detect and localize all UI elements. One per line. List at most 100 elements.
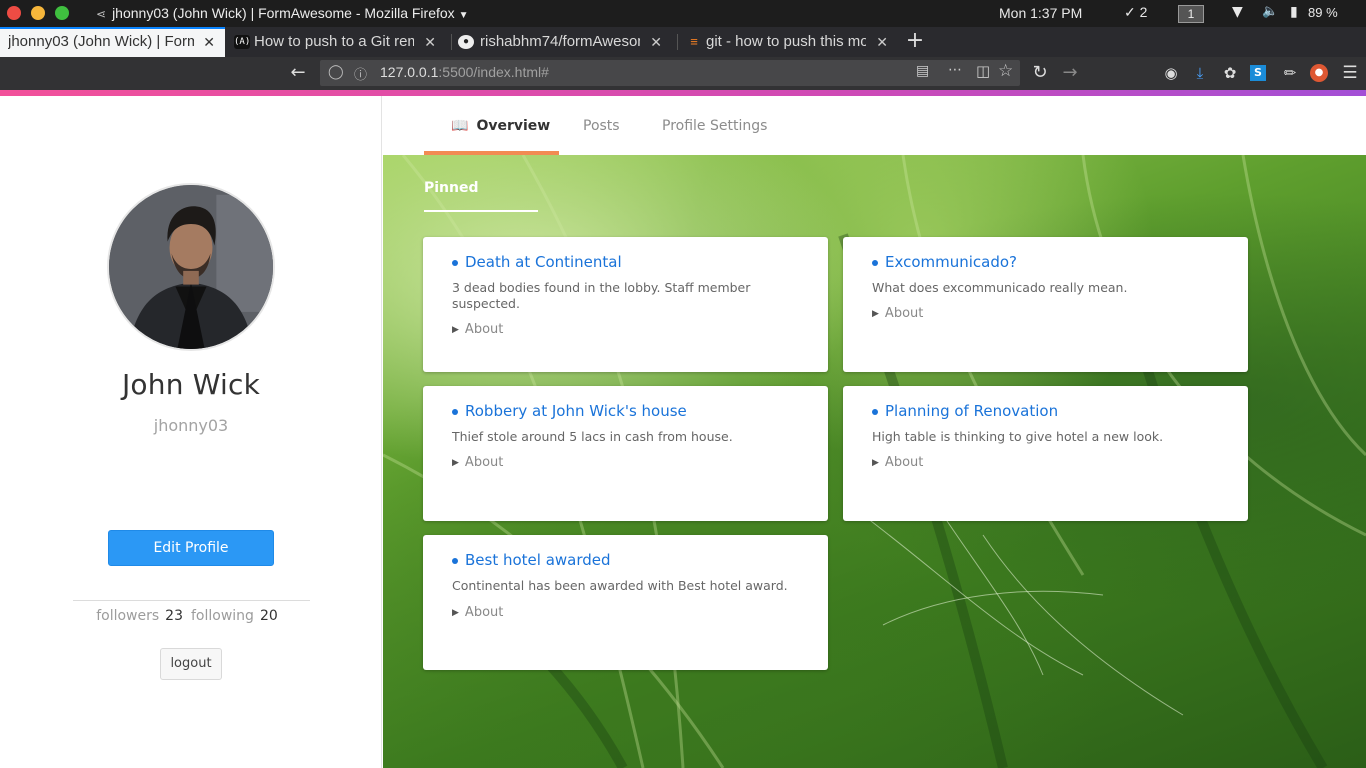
card-description: What does excommunicado really mean. xyxy=(872,280,1128,295)
window-maximize-button[interactable] xyxy=(55,6,69,20)
browser-tab-git-remote[interactable]: (A) How to push to a Git remote ✕ xyxy=(230,27,446,57)
tab-profile-settings[interactable]: Profile Settings xyxy=(662,118,767,134)
following-count[interactable]: 20 xyxy=(260,608,278,624)
extension-icon[interactable]: ✿ xyxy=(1220,63,1240,83)
info-icon[interactable]: ⓘ xyxy=(354,64,367,83)
followers-label[interactable]: followers xyxy=(96,608,159,624)
reload-icon[interactable]: ↻ xyxy=(1028,61,1052,85)
tab-overview[interactable]: 📖 Overview xyxy=(451,118,550,134)
logout-button[interactable]: logout xyxy=(160,648,222,680)
tab-separator xyxy=(451,34,452,50)
vscode-icon: ⋖ xyxy=(96,7,107,21)
workspace-indicator[interactable]: 1 xyxy=(1178,5,1204,23)
followers-count[interactable]: 23 xyxy=(165,608,183,624)
avatar xyxy=(107,183,275,351)
card-title-link[interactable]: Planning of Renovation xyxy=(885,402,1058,420)
account-icon[interactable]: ◉ xyxy=(1161,63,1181,83)
card-description: Continental has been awarded with Best h… xyxy=(452,578,788,593)
tab-label: How to push to a Git remote xyxy=(254,33,414,50)
triangle-right-icon: ▶ xyxy=(452,608,459,618)
url-host: 127.0.0.1 xyxy=(380,64,439,80)
tasks-indicator[interactable]: ✓ 2 xyxy=(1124,4,1147,21)
card-description: High table is thinking to give hotel a n… xyxy=(872,429,1164,444)
close-icon[interactable]: ✕ xyxy=(650,27,662,57)
wifi-icon[interactable]: ▼ xyxy=(1232,4,1243,20)
forward-arrow-icon[interactable]: → xyxy=(1058,61,1082,85)
bullet-icon xyxy=(452,558,458,564)
profile-username: jhonny03 xyxy=(153,416,229,435)
check-icon: ✓ xyxy=(1124,4,1136,20)
reader-view-icon[interactable]: ▤ xyxy=(916,63,929,79)
pinned-heading: Pinned xyxy=(424,180,479,196)
browser-tab-formawesome[interactable]: jhonny03 (John Wick) | FormAwesome ✕ xyxy=(0,27,225,57)
triangle-right-icon: ▶ xyxy=(872,309,879,319)
card-description: Thief stole around 5 lacs in cash from h… xyxy=(452,429,733,444)
card-about-toggle[interactable]: ▶ About xyxy=(452,322,503,337)
more-actions-icon[interactable]: ⋯ xyxy=(948,62,962,78)
card-about-label: About xyxy=(464,322,504,337)
window-close-button[interactable] xyxy=(7,6,21,20)
card-about-toggle[interactable]: ▶ About xyxy=(452,605,503,620)
pinned-underline xyxy=(424,210,538,212)
bookmark-star-icon[interactable]: ☆ xyxy=(998,61,1013,81)
github-icon: ● xyxy=(458,35,474,49)
card-title-link[interactable]: Death at Continental xyxy=(465,253,622,271)
profile-sidebar: John Wick jhonny03 Edit Profile follower… xyxy=(0,96,382,768)
following-label[interactable]: following xyxy=(191,608,254,624)
close-icon[interactable]: ✕ xyxy=(876,27,888,57)
duckduckgo-icon[interactable]: ● xyxy=(1310,64,1328,82)
card-title-link[interactable]: Best hotel awarded xyxy=(465,551,611,569)
card-title-link[interactable]: Excommunicado? xyxy=(885,253,1017,271)
bullet-icon xyxy=(452,260,458,266)
card-about-label: About xyxy=(464,605,504,620)
tab-label: git - how to push this more xyxy=(706,33,866,50)
card-about-toggle[interactable]: ▶ About xyxy=(872,455,923,470)
browser-tab-strip: jhonny03 (John Wick) | FormAwesome ✕ (A)… xyxy=(0,27,1366,57)
stackoverflow-icon: ≡ xyxy=(690,34,698,49)
tab-label: jhonny03 (John Wick) | FormAwesome xyxy=(8,33,194,50)
url-text[interactable]: 127.0.0.1:5500/index.html# xyxy=(380,64,549,80)
system-clock[interactable]: Mon 1:37 PM xyxy=(999,5,1082,21)
triangle-right-icon: ▶ xyxy=(872,458,879,468)
card-about-toggle[interactable]: ▶ About xyxy=(452,455,503,470)
window-title[interactable]: ⋖ jhonny03 (John Wick) | FormAwesome - Mo… xyxy=(96,5,469,21)
volume-icon[interactable]: 🔈 xyxy=(1262,4,1278,19)
edit-profile-button[interactable]: Edit Profile xyxy=(108,530,274,566)
new-tab-button[interactable]: + xyxy=(904,27,926,57)
card-about-toggle[interactable]: ▶ About xyxy=(872,306,923,321)
tab-separator xyxy=(677,34,678,50)
card-title-link[interactable]: Robbery at John Wick's house xyxy=(465,402,687,420)
url-bar[interactable]: ◯ ⓘ 127.0.0.1:5500/index.html# ▤ ⋯ ◫ ☆ xyxy=(320,60,1020,86)
battery-icon[interactable]: ▮ xyxy=(1290,4,1298,20)
pocket-icon[interactable]: ◫ xyxy=(976,62,990,80)
back-arrow-icon[interactable]: ← xyxy=(285,61,311,85)
card-about-label: About xyxy=(884,455,924,470)
pinned-card: Robbery at John Wick's house Thief stole… xyxy=(423,386,828,521)
pinned-card: Excommunicado? What does excommunicado r… xyxy=(843,237,1248,372)
chevron-down-icon: ▼ xyxy=(458,10,469,21)
avatar-portrait xyxy=(109,185,273,349)
os-top-bar: ⋖ jhonny03 (John Wick) | FormAwesome - Mo… xyxy=(0,0,1366,27)
favicon-icon: (A) xyxy=(234,35,251,49)
divider xyxy=(73,600,310,601)
pinned-card: Best hotel awarded Continental has been … xyxy=(423,535,828,670)
bullet-icon xyxy=(872,409,878,415)
eyedropper-icon[interactable]: ✏ xyxy=(1280,63,1300,83)
window-minimize-button[interactable] xyxy=(31,6,45,20)
close-icon[interactable]: ✕ xyxy=(203,27,215,57)
follow-stats: followers 23 following 20 xyxy=(0,608,382,624)
url-path: :5500/index.html# xyxy=(438,64,549,80)
hamburger-menu-icon[interactable]: ☰ xyxy=(1340,63,1360,83)
tab-posts[interactable]: Posts xyxy=(583,118,620,134)
browser-tab-github[interactable]: ● rishabhm74/formAwesome ✕ xyxy=(456,27,672,57)
battery-percentage: 89 % xyxy=(1308,5,1338,20)
close-icon[interactable]: ✕ xyxy=(424,27,436,57)
browser-tab-stackoverflow[interactable]: ≡ git - how to push this more ✕ xyxy=(682,27,898,57)
tab-label: rishabhm74/formAwesome xyxy=(480,33,640,50)
card-about-label: About xyxy=(884,306,924,321)
bullet-icon xyxy=(452,409,458,415)
extension-s-icon[interactable]: S xyxy=(1250,65,1266,81)
shield-icon[interactable]: ◯ xyxy=(328,64,344,80)
download-icon[interactable]: ⤓ xyxy=(1190,63,1210,83)
tasks-count: 2 xyxy=(1139,4,1148,20)
